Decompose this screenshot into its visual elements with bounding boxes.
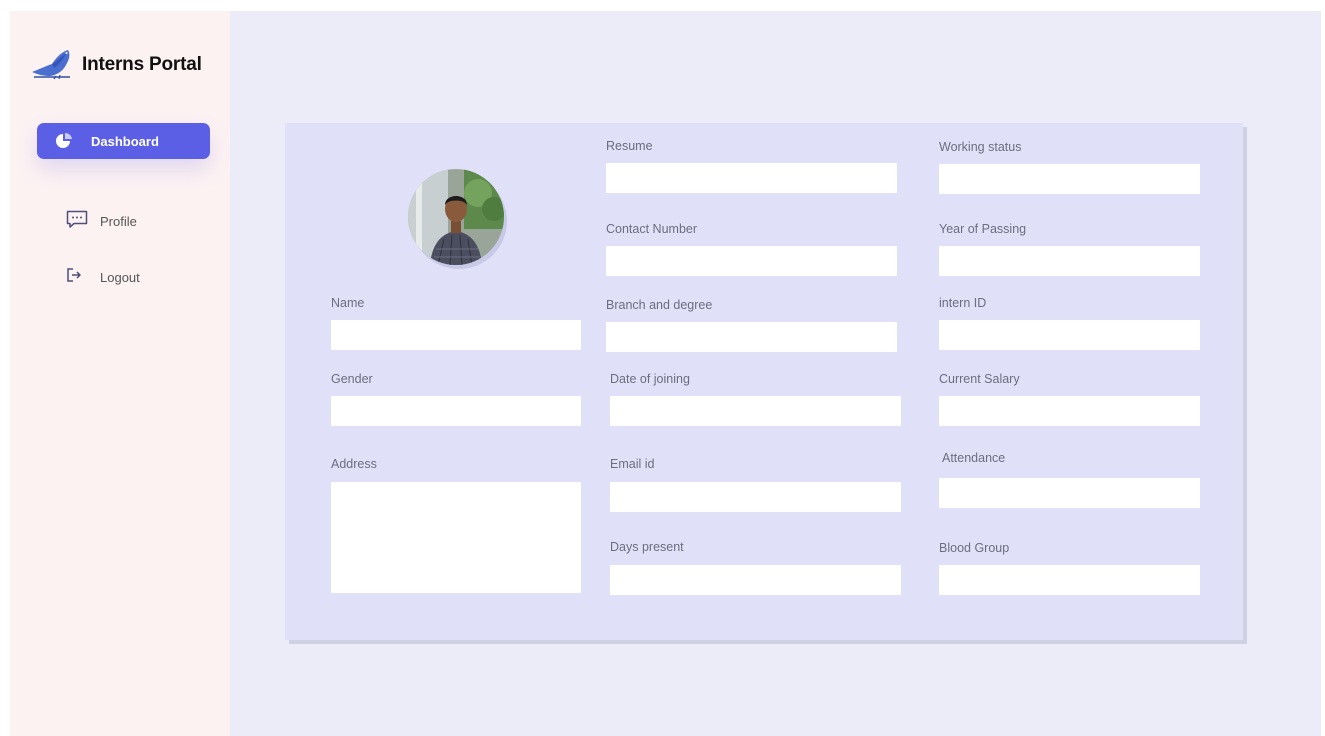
- resume-label: Resume: [606, 139, 653, 153]
- sidebar-item-dashboard[interactable]: Dashboard: [37, 123, 210, 159]
- date-of-joining-label: Date of joining: [610, 372, 690, 386]
- avatar: [408, 169, 504, 265]
- gender-label: Gender: [331, 372, 373, 386]
- intern-id-label: intern ID: [939, 296, 987, 310]
- name-input[interactable]: [331, 320, 581, 350]
- branch-degree-input[interactable]: [606, 322, 897, 352]
- branch-degree-label: Branch and degree: [606, 298, 713, 312]
- intern-id-input[interactable]: [939, 320, 1200, 350]
- bird-logo-icon: [30, 49, 74, 81]
- year-of-passing-label: Year of Passing: [939, 222, 1027, 236]
- year-of-passing-input[interactable]: [939, 246, 1200, 276]
- gender-input[interactable]: [331, 396, 581, 426]
- resume-input[interactable]: [606, 163, 897, 193]
- main-content: Name Gender Address Resume Contact Numbe…: [230, 11, 1321, 736]
- days-present-label: Days present: [610, 540, 684, 554]
- working-status-input[interactable]: [939, 164, 1200, 194]
- pie-chart-icon: [55, 132, 73, 150]
- contact-number-label: Contact Number: [606, 222, 698, 236]
- blood-group-input[interactable]: [939, 565, 1200, 595]
- sidebar-item-profile[interactable]: Profile: [66, 209, 137, 234]
- sidebar-item-label: Logout: [100, 270, 140, 285]
- email-id-input[interactable]: [610, 482, 901, 512]
- address-textarea[interactable]: [331, 482, 581, 593]
- profile-card: Name Gender Address Resume Contact Numbe…: [285, 123, 1243, 640]
- sidebar: Interns Portal Dashboard Profile Logout: [10, 11, 230, 736]
- contact-number-input[interactable]: [606, 246, 897, 276]
- blood-group-label: Blood Group: [939, 541, 1010, 555]
- attendance-label: Attendance: [942, 451, 1006, 465]
- logout-icon: [66, 267, 82, 288]
- address-label: Address: [331, 457, 377, 471]
- sidebar-item-label: Dashboard: [91, 133, 159, 149]
- app-title: Interns Portal: [82, 54, 202, 75]
- email-id-label: Email id: [610, 457, 655, 471]
- brand: Interns Portal: [30, 49, 202, 81]
- working-status-label: Working status: [939, 140, 1022, 154]
- message-icon: [66, 209, 88, 234]
- sidebar-item-label: Profile: [100, 214, 137, 229]
- attendance-input[interactable]: [939, 478, 1200, 508]
- name-label: Name: [331, 296, 365, 310]
- current-salary-input[interactable]: [939, 396, 1200, 426]
- days-present-input[interactable]: [610, 565, 901, 595]
- sidebar-item-logout[interactable]: Logout: [66, 267, 140, 288]
- current-salary-label: Current Salary: [939, 372, 1020, 386]
- date-of-joining-input[interactable]: [610, 396, 901, 426]
